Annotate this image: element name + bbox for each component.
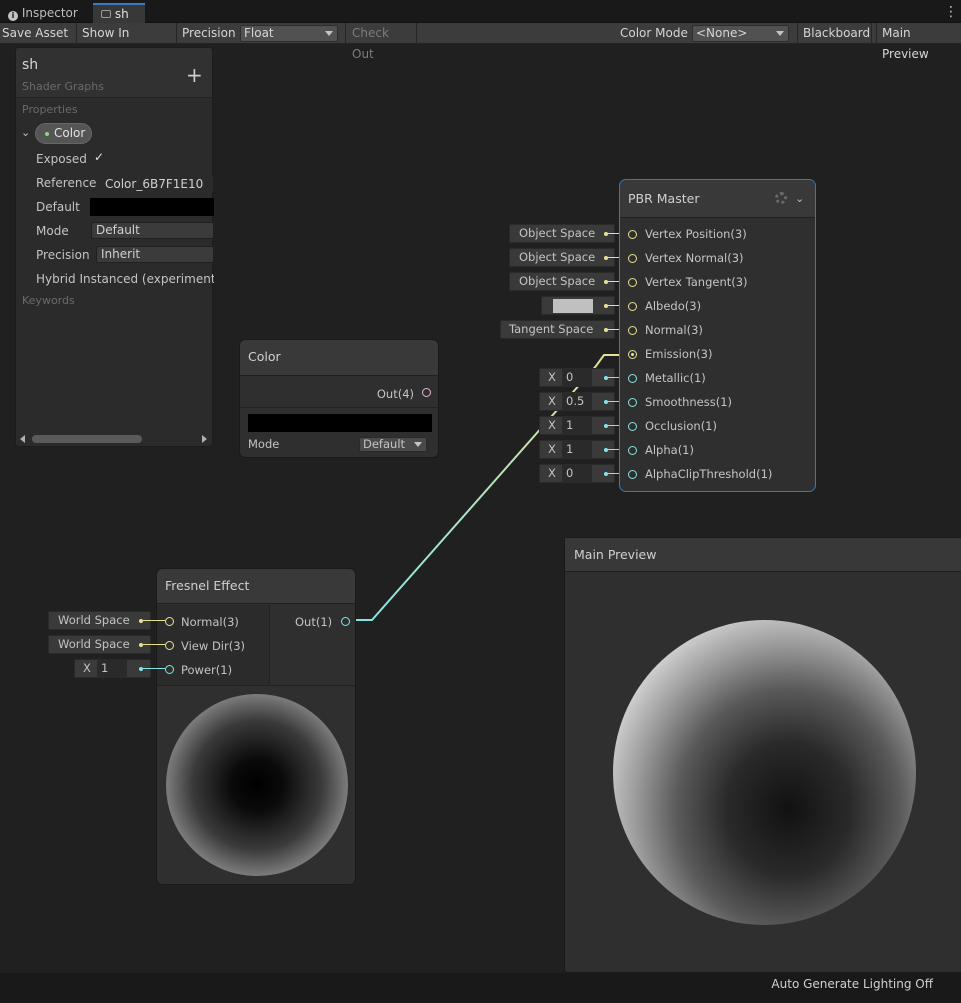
input-port-icon[interactable] <box>628 470 637 479</box>
value-input[interactable]: 1 <box>562 441 592 458</box>
input-port-icon[interactable] <box>628 278 637 287</box>
value-input[interactable]: 0 <box>562 369 592 386</box>
input-port-icon[interactable] <box>628 350 637 359</box>
x-label: X <box>548 394 556 408</box>
port-label: Albedo(3) <box>645 299 702 313</box>
power-port-icon[interactable] <box>165 665 174 674</box>
mode-dropdown[interactable]: Default <box>359 437 427 452</box>
port-label: Occlusion(1) <box>645 419 717 433</box>
port-label: Alpha(1) <box>645 443 694 457</box>
port-label: Normal(3) <box>181 615 239 629</box>
input-port-icon[interactable] <box>628 398 637 407</box>
color-node[interactable]: Color Out(4) Mode Default <box>239 339 439 458</box>
status-bar: Auto Generate Lighting Off <box>0 973 961 1003</box>
normal-space-field[interactable]: Tangent Space <box>500 320 615 339</box>
collapse-chevron-icon[interactable]: ⌄ <box>795 192 804 205</box>
space-field[interactable]: Object Space <box>509 272 615 291</box>
fresnel-effect-node[interactable]: Fresnel Effect Normal(3) View Dir(3) Pow… <box>156 568 356 885</box>
color-swatch-field[interactable] <box>248 414 432 432</box>
port-label: AlphaClipThreshold(1) <box>645 467 773 481</box>
mode-value: Default <box>363 437 406 451</box>
value-input[interactable]: 0.5 <box>562 393 592 410</box>
connected-dot-icon <box>630 352 634 356</box>
input-port-icon[interactable] <box>628 230 637 239</box>
mode-label: Mode <box>248 437 280 451</box>
lighting-status-text[interactable]: Auto Generate Lighting Off <box>771 977 933 991</box>
settings-gear-icon[interactable] <box>775 192 787 204</box>
port-label: Vertex Position(3) <box>645 227 747 241</box>
port-label: Vertex Tangent(3) <box>645 275 748 289</box>
pbr-master-node[interactable]: PBR Master ⌄ Vertex Position(3) Vertex No… <box>619 179 816 492</box>
albedo-swatch[interactable] <box>553 299 593 313</box>
x-label: X <box>548 466 556 480</box>
port-label: Smoothness(1) <box>645 395 733 409</box>
space-field[interactable]: Object Space <box>509 224 615 243</box>
input-port-icon[interactable] <box>628 422 637 431</box>
input-port-icon[interactable] <box>628 254 637 263</box>
view-dir-port-icon[interactable] <box>165 641 174 650</box>
port-label: View Dir(3) <box>181 639 246 653</box>
port-label: Emission(3) <box>645 347 713 361</box>
output-port-icon[interactable] <box>422 388 431 397</box>
dropdown-arrow-icon <box>414 442 422 447</box>
node-title: Fresnel Effect <box>157 569 355 604</box>
normal-port-icon[interactable] <box>165 617 174 626</box>
power-value[interactable]: 1 <box>97 660 127 677</box>
node-title: Color <box>240 340 438 376</box>
main-preview-sphere[interactable] <box>613 620 916 925</box>
x-label: X <box>548 442 556 456</box>
input-port-icon[interactable] <box>628 302 637 311</box>
x-label: X <box>83 661 91 675</box>
input-port-icon[interactable] <box>628 374 637 383</box>
out-port-label: Out(4) <box>376 387 414 401</box>
x-label: X <box>548 370 556 384</box>
main-preview-title: Main Preview <box>565 538 961 572</box>
view-dir-space-field[interactable]: World Space <box>48 635 151 654</box>
value-input[interactable]: 0 <box>562 465 592 482</box>
port-label: Vertex Normal(3) <box>645 251 744 265</box>
out-port-label: Out(1) <box>295 615 333 629</box>
port-label: Power(1) <box>181 663 233 677</box>
x-label: X <box>548 418 556 432</box>
fresnel-preview-sphere <box>166 694 348 876</box>
normal-space-field[interactable]: World Space <box>48 611 151 630</box>
port-label: Metallic(1) <box>645 371 706 385</box>
input-port-icon[interactable] <box>628 326 637 335</box>
output-port-icon[interactable] <box>341 617 350 626</box>
input-port-icon[interactable] <box>628 446 637 455</box>
port-label: Normal(3) <box>645 323 703 337</box>
value-input[interactable]: 1 <box>562 417 592 434</box>
main-preview-panel[interactable]: Main Preview <box>564 537 961 973</box>
space-field[interactable]: Object Space <box>509 248 615 267</box>
